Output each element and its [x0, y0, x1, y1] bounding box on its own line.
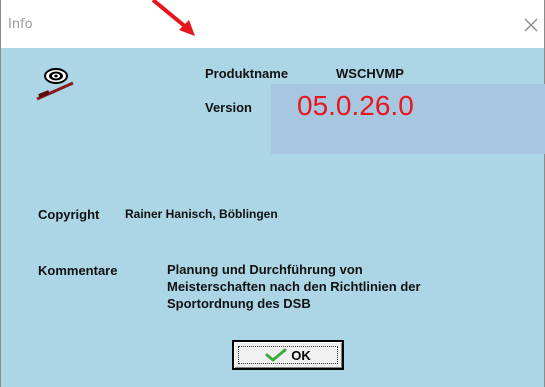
annotation-arrow: [151, 0, 195, 36]
copyright-label: Copyright: [38, 207, 100, 222]
version-label: Version: [205, 100, 252, 115]
info-dialog: Info Produktname WSCHVMP Version 05.0.26…: [0, 0, 545, 387]
comments-line: Planung und Durchführung von: [167, 262, 363, 277]
target-icon: [36, 68, 74, 101]
version-value: 05.0.26.0: [297, 90, 414, 121]
product-name-value: WSCHVMP: [336, 66, 404, 81]
comments-label: Kommentare: [38, 263, 118, 278]
close-icon[interactable]: [522, 16, 540, 34]
comments-line: Sportordnung des DSB: [167, 296, 311, 311]
product-name-label: Produktname: [205, 66, 289, 81]
focus-rect: [238, 346, 338, 364]
window-title: Info: [8, 17, 33, 32]
comments-text: Planung und Durchführung von Meisterscha…: [167, 261, 527, 312]
title-bar[interactable]: Info: [1, 0, 544, 48]
ok-button[interactable]: OK: [232, 340, 344, 370]
comments-line: Meisterschaften nach den Richtlinien der: [167, 279, 421, 294]
copyright-value: Rainer Hanisch, Böblingen: [125, 207, 278, 221]
